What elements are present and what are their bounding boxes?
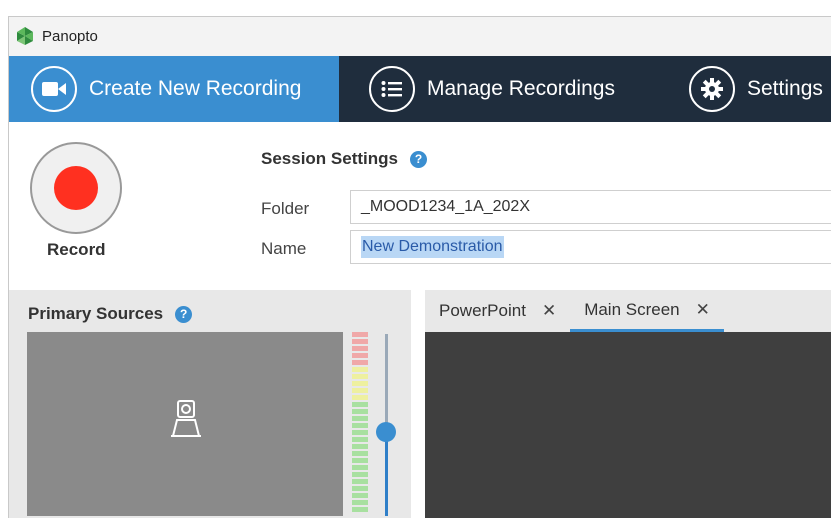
close-icon[interactable]: ✕ bbox=[696, 300, 710, 320]
meter-segment bbox=[352, 423, 368, 428]
meter-segment bbox=[352, 360, 368, 365]
meter-segment bbox=[352, 402, 368, 407]
record-label: Record bbox=[47, 240, 106, 259]
screen-preview bbox=[425, 332, 831, 518]
video-camera-icon bbox=[31, 66, 77, 112]
audio-level-meter bbox=[352, 332, 370, 514]
record-dot-icon bbox=[54, 166, 98, 210]
meter-segment bbox=[352, 346, 368, 351]
list-icon bbox=[369, 66, 415, 112]
meter-segment bbox=[352, 451, 368, 456]
meter-segment bbox=[352, 416, 368, 421]
webcam-icon bbox=[171, 400, 201, 437]
volume-slider-thumb[interactable] bbox=[376, 422, 396, 442]
meter-segment bbox=[352, 465, 368, 470]
meter-segment bbox=[352, 332, 368, 337]
volume-slider-fill bbox=[385, 431, 388, 516]
window-title: Panopto bbox=[42, 27, 98, 45]
meter-segment bbox=[352, 444, 368, 449]
help-icon[interactable]: ? bbox=[409, 150, 427, 168]
meter-segment bbox=[352, 388, 368, 393]
tab-create-new-recording[interactable]: Create New Recording bbox=[9, 56, 339, 122]
close-icon[interactable]: ✕ bbox=[542, 301, 556, 321]
meter-segment bbox=[352, 493, 368, 498]
meter-segment bbox=[352, 430, 368, 435]
content-area: Record Session Settings ? Folder _MOOD12… bbox=[9, 122, 831, 518]
meter-segment bbox=[352, 472, 368, 477]
meter-segment bbox=[352, 486, 368, 491]
record-button[interactable] bbox=[30, 142, 122, 234]
meter-segment bbox=[352, 507, 368, 512]
tab-label: Create New Recording bbox=[89, 77, 302, 100]
primary-sources-heading: Primary Sources ? bbox=[28, 304, 193, 324]
help-icon[interactable]: ? bbox=[175, 305, 193, 323]
tab-settings[interactable]: Settings bbox=[683, 56, 823, 122]
session-settings-heading: Session Settings ? bbox=[261, 149, 427, 169]
name-field-value: New Demonstration bbox=[361, 236, 504, 258]
meter-segment bbox=[352, 381, 368, 386]
meter-segment bbox=[352, 395, 368, 400]
meter-segment bbox=[352, 374, 368, 379]
name-field[interactable]: New Demonstration bbox=[350, 230, 831, 264]
meter-segment bbox=[352, 479, 368, 484]
meter-segment bbox=[352, 353, 368, 358]
tab-label: Settings bbox=[747, 77, 823, 100]
title-bar: Panopto bbox=[9, 17, 831, 55]
tab-powerpoint[interactable]: PowerPoint ✕ bbox=[425, 290, 570, 332]
meter-segment bbox=[352, 339, 368, 344]
secondary-sources-panel: PowerPoint ✕ Main Screen ✕ bbox=[425, 290, 831, 518]
app-window: Panopto Create New Recording Manage Reco… bbox=[8, 16, 831, 518]
meter-segment bbox=[352, 437, 368, 442]
primary-sources-panel: Primary Sources ? bbox=[9, 290, 411, 518]
main-nav: Create New Recording Manage Recordings S… bbox=[9, 56, 831, 122]
gear-icon bbox=[689, 66, 735, 112]
tab-main-screen[interactable]: Main Screen ✕ bbox=[570, 290, 724, 332]
name-label: Name bbox=[261, 239, 307, 258]
meter-segment bbox=[352, 409, 368, 414]
meter-segment bbox=[352, 458, 368, 463]
folder-label: Folder bbox=[261, 199, 310, 218]
meter-segment bbox=[352, 500, 368, 505]
tab-label: Manage Recordings bbox=[427, 77, 615, 100]
panopto-logo-icon bbox=[17, 27, 33, 45]
tab-manage-recordings[interactable]: Manage Recordings bbox=[339, 56, 683, 122]
meter-segment bbox=[352, 367, 368, 372]
video-preview bbox=[27, 332, 343, 516]
folder-field[interactable]: _MOOD1234_1A_202X bbox=[350, 190, 831, 224]
secondary-tabs: PowerPoint ✕ Main Screen ✕ bbox=[425, 290, 724, 332]
